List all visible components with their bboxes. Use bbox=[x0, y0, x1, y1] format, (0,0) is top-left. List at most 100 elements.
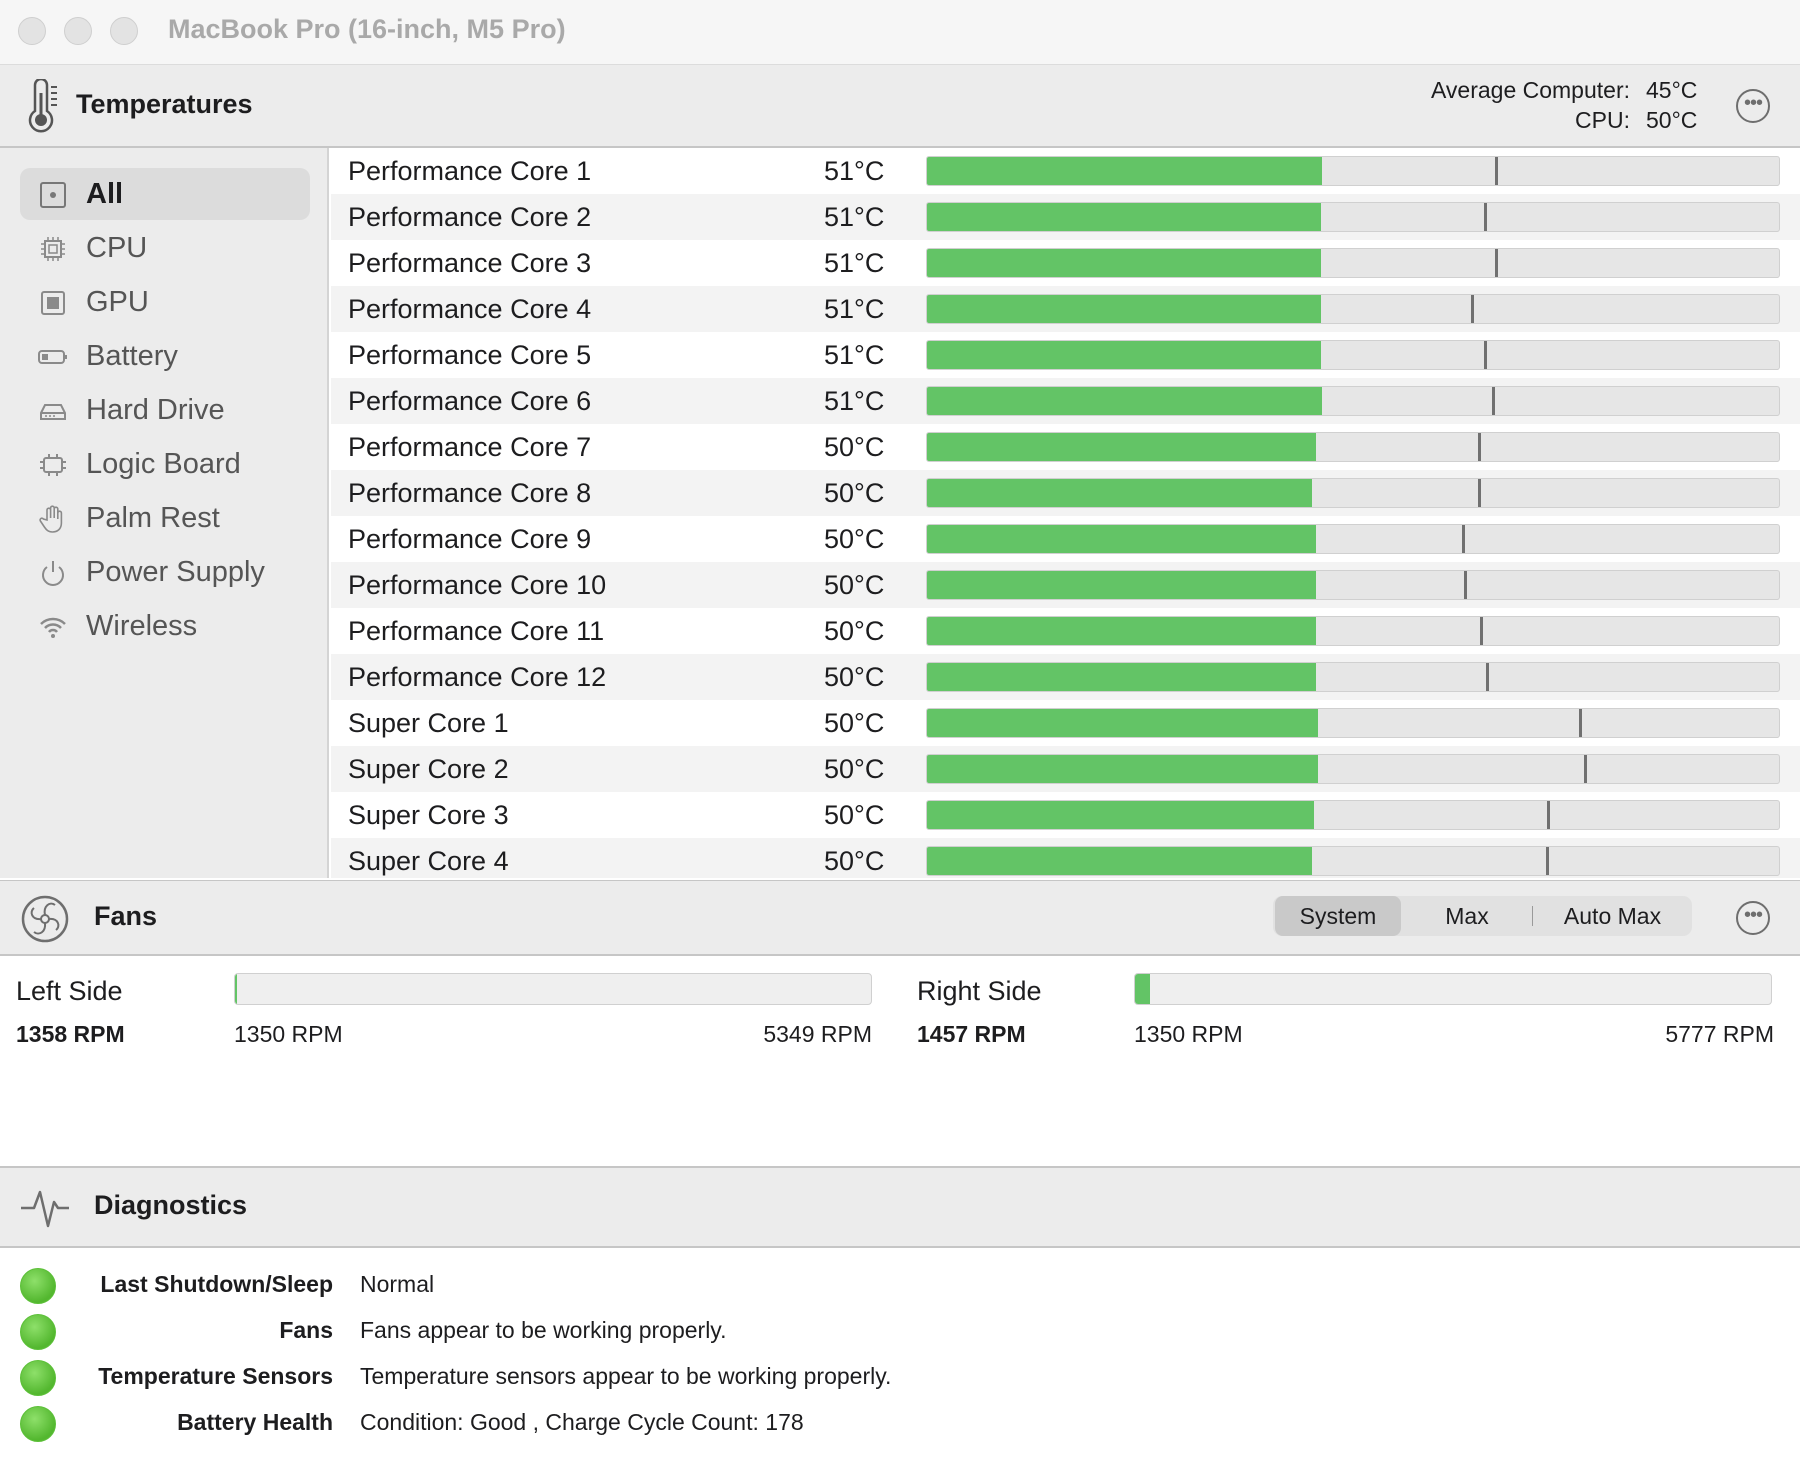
segment-divider bbox=[1532, 906, 1533, 926]
sidebar-item-gpu[interactable]: GPU bbox=[20, 276, 310, 328]
power-icon bbox=[38, 558, 68, 588]
sensor-temperature: 51°C bbox=[824, 202, 885, 232]
sidebar-item-label: Wireless bbox=[86, 610, 198, 642]
diagnostic-value: Fans appear to be working properly. bbox=[360, 1317, 727, 1343]
right-fan-speed-bar bbox=[1134, 973, 1772, 1005]
sensor-row: Performance Core 9 50°C bbox=[331, 516, 1800, 562]
sensor-temperature: 50°C bbox=[824, 754, 885, 784]
fan-mode-max-button[interactable]: Max bbox=[1403, 896, 1531, 936]
temperature-bar-fill bbox=[927, 525, 1317, 553]
sidebar-item-cpu[interactable]: CPU bbox=[20, 222, 310, 274]
sensor-row: Performance Core 11 50°C bbox=[331, 608, 1800, 654]
fan-mode-segmented-control: System Max Auto Max bbox=[1273, 896, 1692, 936]
sensor-temperature: 50°C bbox=[824, 846, 885, 876]
temperature-bar bbox=[926, 524, 1780, 554]
temperature-bar bbox=[926, 570, 1780, 600]
sensor-row: Performance Core 4 51°C bbox=[331, 286, 1800, 332]
sidebar-item-label: All bbox=[86, 178, 124, 210]
temperature-bar bbox=[926, 478, 1780, 508]
diagnostic-label: Fans bbox=[279, 1317, 333, 1343]
diagnostic-value: Temperature sensors appear to be working… bbox=[360, 1363, 892, 1389]
sensor-row: Performance Core 5 51°C bbox=[331, 332, 1800, 378]
sidebar-item-battery[interactable]: Battery bbox=[20, 330, 310, 382]
temperature-max-marker bbox=[1484, 341, 1488, 369]
diagnostic-value: Condition: Good , Charge Cycle Count: 17… bbox=[360, 1409, 804, 1435]
temperature-bar bbox=[926, 432, 1780, 462]
thermometer-icon bbox=[28, 79, 57, 133]
sensor-name: Super Core 1 bbox=[348, 708, 509, 738]
sidebar-item-logic-board[interactable]: Logic Board bbox=[20, 438, 310, 490]
temperature-bar-fill bbox=[927, 341, 1321, 369]
temperature-max-marker bbox=[1545, 847, 1549, 875]
temperature-sensor-list[interactable]: Performance Core 1 51°C Performance Core 2… bbox=[331, 148, 1800, 878]
sensor-name: Performance Core 5 bbox=[348, 340, 592, 370]
temperature-bar-fill bbox=[927, 571, 1317, 599]
fan-mode-system-button[interactable]: System bbox=[1275, 896, 1401, 936]
right-fan-max-rpm: 5777 RPM bbox=[1665, 1021, 1774, 1047]
zoom-window-button[interactable] bbox=[110, 17, 138, 45]
sidebar-item-wireless[interactable]: Wireless bbox=[20, 600, 310, 652]
temperature-bar-fill bbox=[927, 203, 1321, 231]
sensor-name: Performance Core 3 bbox=[348, 248, 592, 278]
temperature-max-marker bbox=[1463, 571, 1467, 599]
temperature-bar-fill bbox=[927, 617, 1317, 645]
sensor-name: Performance Core 4 bbox=[348, 294, 592, 324]
sidebar-item-label: Logic Board bbox=[86, 448, 241, 480]
fan-mode-auto-max-button[interactable]: Auto Max bbox=[1535, 896, 1690, 936]
sidebar-item-power-supply[interactable]: Power Supply bbox=[20, 546, 310, 598]
temperature-max-marker bbox=[1485, 663, 1489, 691]
fans-more-button[interactable]: ••• bbox=[1736, 901, 1770, 935]
average-computer-label: Average Computer: bbox=[1430, 77, 1630, 103]
sidebar-item-all[interactable]: All bbox=[20, 168, 310, 220]
temperature-bar bbox=[926, 340, 1780, 370]
sensor-temperature: 51°C bbox=[824, 248, 885, 278]
cpu-average-value: 50°C bbox=[1646, 107, 1698, 133]
sidebar-item-hard-drive[interactable]: Hard Drive bbox=[20, 384, 310, 436]
diagnostic-label: Battery Health bbox=[177, 1409, 333, 1435]
temperature-max-marker bbox=[1478, 433, 1482, 461]
temperature-max-marker bbox=[1479, 617, 1483, 645]
temperature-bar bbox=[926, 846, 1780, 876]
status-indicator bbox=[20, 1406, 56, 1442]
sensor-temperature: 50°C bbox=[824, 524, 885, 554]
sensor-name: Performance Core 12 bbox=[348, 662, 607, 692]
sensor-row: Super Core 1 50°C bbox=[331, 700, 1800, 746]
fans-title: Fans bbox=[94, 901, 158, 931]
sensor-name: Performance Core 10 bbox=[348, 570, 607, 600]
right-fan-rpm: 1457 RPM bbox=[917, 1021, 1026, 1047]
sensor-row: Performance Core 12 50°C bbox=[331, 654, 1800, 700]
fan-icon bbox=[21, 895, 69, 943]
temperature-bar bbox=[926, 708, 1780, 738]
sensor-row: Performance Core 6 51°C bbox=[331, 378, 1800, 424]
hard-drive-icon bbox=[38, 396, 68, 426]
temperature-bar-fill bbox=[927, 479, 1313, 507]
sensor-temperature: 51°C bbox=[824, 340, 885, 370]
sidebar-item-label: Palm Rest bbox=[86, 502, 220, 534]
cpu-chip-icon bbox=[38, 234, 68, 264]
left-fan-speed-bar bbox=[234, 973, 872, 1005]
temperature-bar-fill bbox=[927, 663, 1317, 691]
temperature-bar bbox=[926, 156, 1780, 186]
sensor-temperature: 50°C bbox=[824, 616, 885, 646]
sensor-name: Performance Core 6 bbox=[348, 386, 592, 416]
temperature-max-marker bbox=[1495, 249, 1499, 277]
minimize-window-button[interactable] bbox=[64, 17, 92, 45]
sensor-category-sidebar: All CPU GPU Battery Hard Drive Logic Boa… bbox=[0, 148, 329, 878]
temperature-bar-fill bbox=[927, 387, 1323, 415]
sensor-temperature: 50°C bbox=[824, 478, 885, 508]
close-window-button[interactable] bbox=[18, 17, 46, 45]
temperatures-title: Temperatures bbox=[76, 89, 253, 119]
sensor-row: Performance Core 8 50°C bbox=[331, 470, 1800, 516]
temperature-max-marker bbox=[1583, 755, 1587, 783]
all-sensors-icon bbox=[38, 180, 68, 210]
temperature-bar bbox=[926, 202, 1780, 232]
temperature-bar bbox=[926, 294, 1780, 324]
sensor-name: Performance Core 8 bbox=[348, 478, 592, 508]
sensor-row: Super Core 2 50°C bbox=[331, 746, 1800, 792]
sidebar-item-palm-rest[interactable]: Palm Rest bbox=[20, 492, 310, 544]
sensor-temperature: 50°C bbox=[824, 800, 885, 830]
temperature-max-marker bbox=[1484, 203, 1488, 231]
temperature-bar bbox=[926, 662, 1780, 692]
temperatures-more-button[interactable]: ••• bbox=[1736, 89, 1770, 123]
sensor-name: Performance Core 1 bbox=[348, 156, 592, 186]
